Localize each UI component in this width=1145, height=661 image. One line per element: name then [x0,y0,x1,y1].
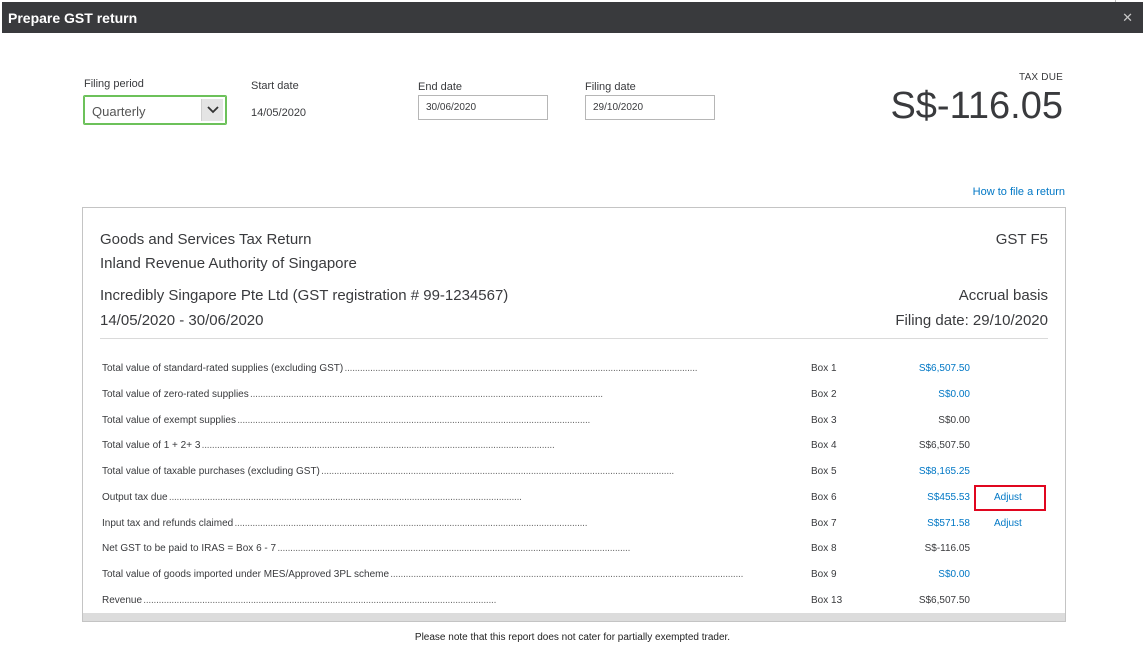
row-description: Input tax and refunds claimed [102,518,810,529]
row-amount-link[interactable]: S$0.00 [938,389,970,400]
how-to-file-link[interactable]: How to file a return [973,186,1065,198]
start-date-label: Start date [251,80,299,92]
row-description: Revenue [102,595,810,606]
adjust-input-tax-link[interactable]: Adjust [994,518,1022,529]
row-box: Box 8 [811,543,837,554]
filing-date-label: Filing date [585,81,636,93]
row-description: Total value of taxable purchases (exclud… [102,466,810,477]
row-amount: S$6,507.50 [918,440,970,451]
row-description: Total value of 1 + 2+ 3 [102,440,810,451]
row-box: Box 9 [811,569,837,580]
end-date-label: End date [418,81,463,93]
tax-due-value: S$-116.05 [890,85,1063,127]
report-authority: Inland Revenue Authority of Singapore [100,255,357,272]
row-box: Box 2 [811,389,837,400]
row-amount-link[interactable]: S$8,165.25 [919,466,970,477]
row-box: Box 7 [811,518,837,529]
row-box: Box 6 [811,492,837,503]
row-amount: S$6,507.50 [918,595,970,606]
row-amount: S$-116.05 [924,543,970,554]
tax-due-label: TAX DUE [1019,72,1063,83]
row-amount: S$0.00 [938,415,970,426]
report-divider [100,338,1048,339]
row-amount-link[interactable]: S$571.58 [927,518,970,529]
gst-report-panel: Goods and Services Tax Return Inland Rev… [82,207,1066,622]
row-description: Total value of zero-rated supplies [102,389,810,400]
row-box: Box 13 [811,595,843,606]
report-form: GST F5 [995,231,1048,248]
footer-note: Please note that this report does not ca… [414,632,731,643]
row-box: Box 5 [811,466,837,477]
start-date-value: 14/05/2020 [251,107,307,119]
close-icon[interactable]: ✕ [1122,10,1133,26]
table-row: Output tax due Box 6 S$455.53 Adjust [102,492,1052,508]
table-row: Total value of standard-rated supplies (… [102,363,1052,379]
table-row: Total value of goods imported under MES/… [102,569,1052,585]
table-row: Input tax and refunds claimed Box 7 S$57… [102,518,1052,534]
report-basis: Accrual basis [958,287,1048,304]
table-row: Total value of 1 + 2+ 3 Box 4 S$6,507.50 [102,440,1052,456]
dialog-title: Prepare GST return [8,10,138,26]
row-box: Box 4 [811,440,837,451]
row-description: Total value of standard-rated supplies (… [102,363,810,374]
row-amount-link[interactable]: S$455.53 [927,492,970,503]
filing-period-label: Filing period [84,78,144,90]
report-company: Incredibly Singapore Pte Ltd (GST regist… [100,287,509,304]
row-amount-link[interactable]: S$6,507.50 [919,363,970,374]
row-box: Box 3 [811,415,837,426]
chevron-down-icon[interactable] [201,99,223,121]
report-title: Goods and Services Tax Return [100,231,312,248]
filing-date-input[interactable]: 29/10/2020 [585,95,715,120]
end-date-input[interactable]: 30/06/2020 [418,95,548,120]
row-description: Total value of goods imported under MES/… [102,569,810,580]
filing-period-value: Quarterly [92,104,146,119]
adjust-highlight-box [974,485,1046,511]
scrollbar-track[interactable] [83,613,1065,621]
dialog-title-bar: Prepare GST return ✕ [2,2,1143,33]
row-amount-link[interactable]: S$0.00 [938,569,970,580]
table-row: Total value of taxable purchases (exclud… [102,466,1052,482]
row-box: Box 1 [811,363,837,374]
row-description: Total value of exempt supplies [102,415,810,426]
report-period: 14/05/2020 - 30/06/2020 [100,312,264,329]
row-description: Output tax due [102,492,810,503]
table-row: Revenue Box 13 S$6,507.50 [102,595,1052,611]
table-row: Total value of zero-rated supplies Box 2… [102,389,1052,405]
table-row: Total value of exempt supplies Box 3 S$0… [102,415,1052,431]
table-row: Net GST to be paid to IRAS = Box 6 - 7 B… [102,543,1052,559]
filing-period-select[interactable]: Quarterly [83,95,227,125]
report-filing-date: Filing date: 29/10/2020 [895,312,1048,329]
row-description: Net GST to be paid to IRAS = Box 6 - 7 [102,543,810,554]
